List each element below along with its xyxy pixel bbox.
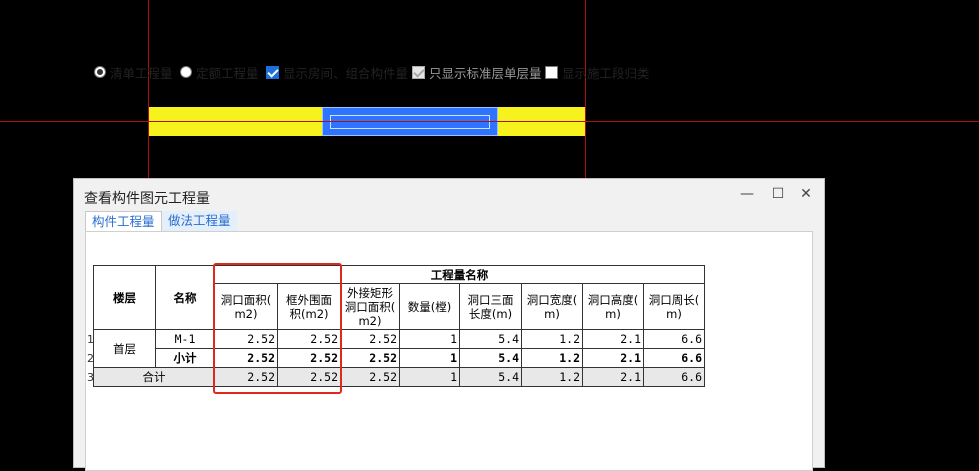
close-icon[interactable]: ✕ [796, 186, 816, 202]
radio-qingdan[interactable]: 清单工程量 [94, 64, 173, 81]
header-column-line: m) [544, 306, 560, 321]
header-column-line: 洞口周长( [648, 292, 700, 307]
header-column-line: 洞口三面 [467, 292, 514, 307]
highlight-box [213, 263, 342, 394]
cell-value: 5.4 [459, 367, 522, 387]
header-column-line: 数量(樘) [407, 299, 452, 314]
cell-value: 1 [399, 329, 460, 349]
header-column: 洞口三面 长度(m) [459, 283, 522, 330]
axis-line-vertical-right [585, 0, 586, 180]
header-column-line: 洞口高度( [587, 292, 639, 307]
radio-selected-icon [94, 66, 106, 78]
header-name: 名称 [155, 265, 215, 330]
header-column-line: m) [605, 306, 621, 321]
minimize-icon[interactable]: — [737, 186, 757, 202]
cell-value: 2.1 [582, 367, 644, 387]
header-column: 洞口高度(m) [582, 283, 644, 330]
checkbox-standard-floor-label: 只显示标准层单层量 [429, 65, 542, 81]
header-floor: 楼层 [93, 265, 156, 330]
header-column-line: m) [666, 306, 682, 321]
door-frame-outline [330, 115, 490, 129]
quantity-table: 楼层 名称 工程量名称 洞口面积(m2) 框外围面 积(m2) 外接矩形 洞口面积(m2… [93, 265, 705, 387]
cell-value: 2.1 [582, 329, 644, 349]
tab-method-quantity[interactable]: 做法工程量 [162, 211, 237, 231]
cell-value: 1 [399, 348, 460, 368]
cell-value: 2.52 [340, 348, 400, 368]
cell-value: 5.4 [459, 329, 522, 349]
header-column-line: m2) [358, 313, 382, 328]
radio-empty-icon [180, 66, 192, 78]
header-column: 洞口周长(m) [643, 283, 705, 330]
header-column-line: 洞口面积( [344, 299, 396, 314]
cell-value: 6.6 [643, 367, 705, 387]
cell-value: 1 [399, 367, 460, 387]
cell-value: 1.2 [521, 329, 583, 349]
cell-value: 5.4 [459, 348, 522, 368]
checkbox-disabled-icon [412, 65, 425, 79]
dialog-title: 查看构件图元工程量 [84, 191, 210, 207]
cell-value: 1.2 [521, 348, 583, 368]
maximize-icon[interactable]: ☐ [768, 186, 788, 202]
checkbox-checked-icon [266, 65, 279, 79]
radio-qingdan-label: 清单工程量 [110, 65, 173, 81]
radio-ding-e-label: 定额工程量 [196, 65, 259, 81]
cell-floor: 首层 [93, 329, 156, 368]
cell-value: 2.1 [582, 348, 644, 368]
cell-name: M-1 [155, 329, 215, 349]
cell-value: 6.6 [643, 329, 705, 349]
cell-value: 6.6 [643, 348, 705, 368]
checkbox-standard-floor: 只显示标准层单层量 [412, 64, 542, 81]
header-column: 外接矩形 洞口面积(m2) [340, 283, 400, 330]
cell-value: 1.2 [521, 367, 583, 387]
header-column: 洞口宽度(m) [521, 283, 583, 330]
checkbox-unchecked-icon [545, 65, 558, 79]
checkbox-show-room[interactable]: 显示房间、组合构件量 [266, 64, 409, 81]
header-column-line: 长度(m) [468, 306, 513, 321]
checkbox-show-room-label: 显示房间、组合构件量 [283, 65, 409, 81]
cell-value: 2.52 [340, 329, 400, 349]
cell-subtotal-label: 小计 [155, 348, 215, 368]
header-column: 数量(樘) [399, 283, 460, 330]
axis-line-horizontal-overlay [149, 121, 585, 122]
radio-ding-e[interactable]: 定额工程量 [180, 64, 259, 81]
tab-component-quantity[interactable]: 构件工程量 [85, 211, 162, 232]
header-column-line: 洞口宽度( [526, 292, 578, 307]
axis-line-vertical-left [148, 0, 149, 180]
checkbox-show-stage[interactable]: 显示施工段归类 [545, 64, 650, 81]
header-column-line: 外接矩形 [347, 285, 393, 300]
cell-value: 2.52 [340, 367, 400, 387]
checkbox-show-stage-label: 显示施工段归类 [562, 65, 650, 81]
cell-total-label: 合计 [93, 367, 215, 387]
